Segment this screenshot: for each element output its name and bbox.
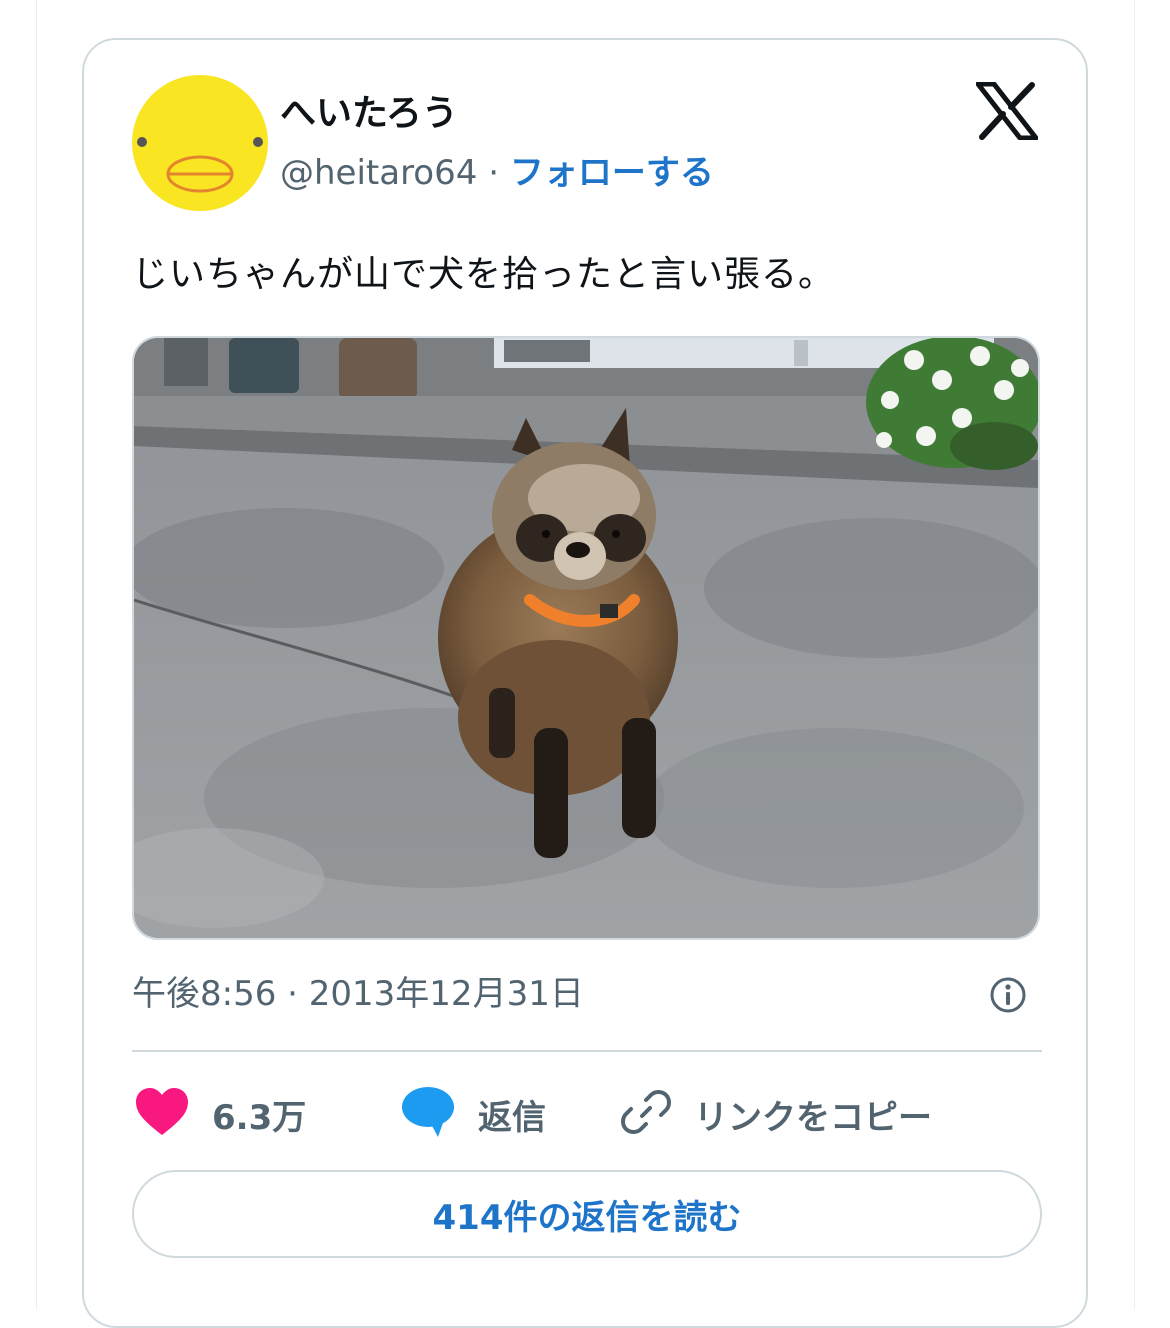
handle[interactable]: @heitaro64	[280, 153, 477, 193]
link-icon	[620, 1086, 672, 1142]
tweet-text: じいちゃんが山で犬を拾ったと言い張る。	[132, 254, 836, 295]
reply-action[interactable]: 返信	[400, 1086, 546, 1142]
copy-link-action[interactable]: リンクをコピー	[620, 1088, 932, 1140]
tweet-photo[interactable]	[132, 336, 1040, 940]
copy-link-label: リンクをコピー	[694, 1097, 932, 1138]
handle-row: @heitaro64 · フォローする	[280, 151, 714, 195]
timestamp[interactable]: 午後8:56 · 2013年12月31日	[132, 972, 584, 1016]
page-edge-right	[1134, 0, 1135, 1309]
speech-bubble-icon	[400, 1086, 456, 1142]
page-edge-left	[36, 0, 37, 1309]
divider	[132, 1050, 1042, 1052]
handle-separator: ·	[477, 153, 510, 193]
reply-label: 返信	[478, 1097, 546, 1138]
like-action[interactable]: 6.3万	[134, 1088, 306, 1140]
avatar[interactable]	[132, 75, 268, 211]
x-logo-icon[interactable]	[975, 81, 1039, 141]
tweet-embed-card: へいたろう @heitaro64 · フォローする じいちゃんが山で犬を拾ったと…	[82, 38, 1088, 1328]
display-name[interactable]: へいたろう	[280, 92, 458, 136]
read-replies-button[interactable]: 414件の返信を読む	[132, 1170, 1042, 1258]
follow-button[interactable]: フォローする	[510, 153, 714, 193]
info-icon[interactable]	[988, 975, 1028, 1015]
like-count: 6.3万	[212, 1097, 307, 1138]
heart-icon	[134, 1087, 190, 1141]
